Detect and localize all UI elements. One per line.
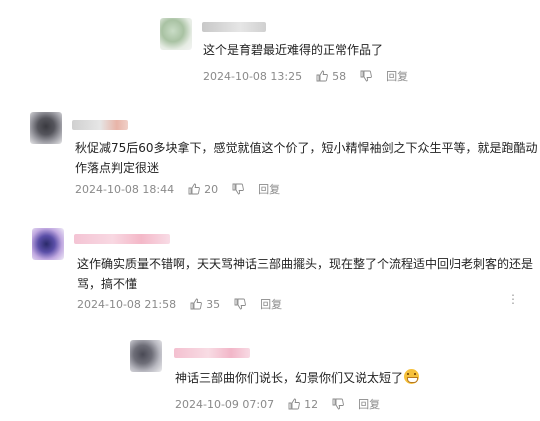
- like-button[interactable]: 58: [316, 70, 346, 83]
- username-blurred[interactable]: [202, 22, 266, 32]
- comment-text: 这个是育碧最近难得的正常作品了: [203, 40, 383, 60]
- comment-text: 这作确实质量不错啊，天天骂神话三部曲擺头，现在整了个流程适中回归老刺客的还是 骂…: [77, 254, 533, 294]
- username-blurred[interactable]: [174, 348, 250, 358]
- dislike-button[interactable]: [234, 298, 246, 310]
- comment-text-line: 这作确实质量不错啊，天天骂神话三部曲擺头，现在整了个流程适中回归老刺客的还是: [77, 257, 534, 271]
- like-button[interactable]: 12: [288, 398, 318, 411]
- like-count: 35: [206, 297, 221, 311]
- reply-button[interactable]: 回复: [358, 396, 380, 412]
- comment-text-line: 这个是育碧最近难得的正常作品了: [203, 43, 384, 57]
- avatar[interactable]: [30, 112, 62, 144]
- username-blurred[interactable]: [72, 120, 128, 130]
- comment-meta: 2024-10-08 13:25 58 回复: [203, 68, 408, 84]
- reply-button[interactable]: 回复: [386, 68, 408, 84]
- comment-text-span: 神话三部曲你们说长，幻景你们又说太短了: [175, 371, 404, 385]
- comment-text-line: 秋促减75后60多块拿下，感觉就值这个价了，短小精悍袖剑之下众生平等，就是跑酷动: [75, 141, 538, 155]
- comment-text: 神话三部曲你们说长，幻景你们又说太短了: [175, 368, 420, 388]
- comment-timestamp: 2024-10-08 18:44: [75, 182, 175, 196]
- comment-timestamp: 2024-10-09 07:07: [175, 397, 275, 411]
- comment-meta: 2024-10-08 18:44 20 回复: [75, 181, 280, 197]
- dislike-button[interactable]: [232, 183, 244, 195]
- more-options-icon[interactable]: ⋮: [507, 292, 519, 306]
- like-button[interactable]: 20: [188, 183, 218, 196]
- comment-text: 秋促减75后60多块拿下，感觉就值这个价了，短小精悍袖剑之下众生平等，就是跑酷动…: [75, 138, 538, 178]
- reply-button[interactable]: 回复: [260, 296, 282, 312]
- grinning-emoji-icon: [404, 369, 420, 384]
- thumbs-up-icon: [316, 70, 328, 82]
- comment-timestamp: 2024-10-08 21:58: [77, 297, 177, 311]
- comment-text-line: 作落点判定很迷: [75, 161, 160, 175]
- like-count: 58: [332, 69, 347, 83]
- thumbs-down-icon: [332, 398, 344, 410]
- thumbs-down-icon: [360, 70, 372, 82]
- username-blurred[interactable]: [74, 234, 170, 244]
- like-count: 12: [304, 397, 319, 411]
- thumbs-down-icon: [232, 183, 244, 195]
- avatar[interactable]: [32, 228, 64, 260]
- comment-timestamp: 2024-10-08 13:25: [203, 69, 303, 83]
- thumbs-down-icon: [234, 298, 246, 310]
- dislike-button[interactable]: [360, 70, 372, 82]
- thumbs-up-icon: [190, 298, 202, 310]
- like-button[interactable]: 35: [190, 298, 220, 311]
- thumbs-up-icon: [288, 398, 300, 410]
- thumbs-up-icon: [188, 183, 200, 195]
- like-count: 20: [204, 182, 219, 196]
- avatar[interactable]: [160, 18, 192, 50]
- reply-button[interactable]: 回复: [258, 181, 280, 197]
- comment-meta: 2024-10-09 07:07 12 回复: [175, 396, 380, 412]
- comment-text-line: 神话三部曲你们说长，幻景你们又说太短了: [175, 368, 420, 388]
- dislike-button[interactable]: [332, 398, 344, 410]
- avatar[interactable]: [130, 340, 162, 372]
- comment-meta: 2024-10-08 21:58 35 回复: [77, 296, 282, 312]
- comment-text-line: 骂，搞不懂: [77, 277, 138, 291]
